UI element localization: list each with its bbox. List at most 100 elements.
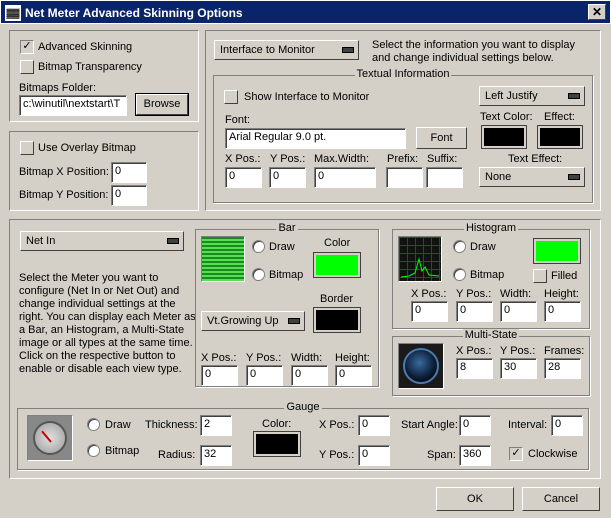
bitmap-x-label: Bitmap X Position: xyxy=(19,166,109,178)
bitmap-transparency-checkbox[interactable] xyxy=(20,60,34,74)
bar-ypos-label: Y Pos.: xyxy=(246,352,282,364)
bar-xpos-label: X Pos.: xyxy=(201,352,237,364)
multistate-preview-icon[interactable] xyxy=(398,343,444,389)
start-angle-input[interactable]: 0 xyxy=(459,415,491,436)
browse-button[interactable]: Browse xyxy=(135,93,189,116)
max-width-label: Max.Width: xyxy=(314,153,370,165)
window-title: Net Meter Advanced Skinning Options xyxy=(25,6,243,20)
close-button[interactable]: ✕ xyxy=(588,4,606,20)
bar-height-input[interactable]: 0 xyxy=(335,365,372,386)
text-color-label: Text Color: xyxy=(480,111,533,123)
bar-draw-radio[interactable] xyxy=(252,240,265,253)
text-xpos-input[interactable]: 0 xyxy=(225,167,262,188)
gauge-color-label: Color: xyxy=(262,418,292,430)
textual-information-title: Textual Information xyxy=(354,68,452,80)
gauge-xpos-label: X Pos.: xyxy=(319,419,355,431)
gauge-bitmap-label: Bitmap xyxy=(105,445,140,457)
title-bar: ▓▓ Net Meter Advanced Skinning Options ✕ xyxy=(0,0,611,24)
multistate-frames-input[interactable]: 28 xyxy=(544,358,581,379)
justify-dropdown-value: Left Justify xyxy=(485,90,538,102)
histogram-height-label: Height: xyxy=(544,288,579,300)
bar-xpos-input[interactable]: 0 xyxy=(201,365,238,386)
font-input[interactable]: Arial Regular 9.0 pt. xyxy=(225,128,406,149)
bitmap-y-input[interactable]: 0 xyxy=(111,185,147,206)
text-ypos-label: Y Pos.: xyxy=(270,153,306,165)
knob-icon xyxy=(403,348,439,384)
gauge-dial-icon xyxy=(33,421,67,455)
gauge-bitmap-radio[interactable] xyxy=(87,444,100,457)
max-width-input[interactable]: 0 xyxy=(314,167,376,188)
histogram-group: Histogram Draw Bitmap Filled X Pos.: Y P… xyxy=(392,222,590,329)
bitmaps-folder-input[interactable]: c:\winutil\nextstart\T xyxy=(19,95,127,116)
textual-information-group: Textual Information Show Interface to Mo… xyxy=(213,68,593,203)
gauge-draw-radio[interactable] xyxy=(87,418,100,431)
histogram-ypos-input[interactable]: 0 xyxy=(456,301,493,322)
multistate-xpos-input[interactable]: 8 xyxy=(456,358,493,379)
histogram-xpos-input[interactable]: 0 xyxy=(411,301,448,322)
interface-dropdown[interactable]: Interface to Monitor xyxy=(214,40,359,60)
bar-growth-dropdown[interactable]: Vt.Growing Up xyxy=(201,311,305,331)
interval-input[interactable]: 0 xyxy=(551,415,583,436)
bar-bitmap-radio[interactable] xyxy=(252,268,265,281)
text-xpos-label: X Pos.: xyxy=(225,153,261,165)
meter-dropdown-value: Net In xyxy=(26,235,56,247)
show-interface-checkbox[interactable] xyxy=(224,90,238,104)
justify-dropdown[interactable]: Left Justify xyxy=(479,86,585,106)
histogram-width-input[interactable]: 0 xyxy=(500,301,537,322)
histogram-xpos-label: X Pos.: xyxy=(411,288,447,300)
gauge-preview-icon[interactable] xyxy=(27,415,73,461)
bitmap-x-input[interactable]: 0 xyxy=(111,162,147,183)
bitmaps-folder-label: Bitmaps Folder: xyxy=(19,82,97,94)
text-ypos-input[interactable]: 0 xyxy=(269,167,306,188)
histogram-height-input[interactable]: 0 xyxy=(544,301,581,322)
font-button[interactable]: Font xyxy=(416,127,467,149)
histogram-bitmap-radio[interactable] xyxy=(453,268,466,281)
dropdown-arrow-icon xyxy=(167,238,179,244)
use-overlay-label: Use Overlay Bitmap xyxy=(38,142,136,154)
suffix-label: Suffix: xyxy=(427,153,458,165)
text-color-swatch[interactable] xyxy=(481,125,527,149)
multistate-ypos-input[interactable]: 30 xyxy=(500,358,537,379)
ok-button[interactable]: OK xyxy=(436,487,514,511)
dropdown-arrow-icon xyxy=(342,47,354,53)
thickness-input[interactable]: 2 xyxy=(200,415,232,436)
gauge-xpos-input[interactable]: 0 xyxy=(358,415,390,436)
meter-dropdown[interactable]: Net In xyxy=(20,231,184,251)
bar-color-swatch[interactable] xyxy=(313,252,361,278)
gauge-group: Gauge Draw Bitmap Thickness: 2 Radius: 3… xyxy=(17,401,589,470)
radius-input[interactable]: 32 xyxy=(200,445,232,466)
histogram-filled-label: Filled xyxy=(551,270,578,282)
bar-height-label: Height: xyxy=(335,352,370,364)
effect-color-swatch[interactable] xyxy=(537,125,583,149)
gauge-ypos-input[interactable]: 0 xyxy=(358,445,390,466)
multistate-ypos-label: Y Pos.: xyxy=(500,345,536,357)
span-input[interactable]: 360 xyxy=(459,445,491,466)
prefix-input[interactable] xyxy=(386,167,423,188)
advanced-skinning-checkbox[interactable]: ✓ xyxy=(20,40,34,54)
bar-border-swatch[interactable] xyxy=(313,307,361,333)
histogram-draw-radio[interactable] xyxy=(453,240,466,253)
meter-panel: Net In Select the Meter you want to conf… xyxy=(9,219,601,479)
histogram-graph-icon xyxy=(400,257,440,278)
histogram-title: Histogram xyxy=(463,222,519,234)
text-effect-dropdown[interactable]: None xyxy=(479,167,585,187)
suffix-input[interactable] xyxy=(426,167,463,188)
histogram-color-swatch[interactable] xyxy=(533,238,581,264)
gauge-color-swatch[interactable] xyxy=(253,431,301,457)
effect-label: Effect: xyxy=(544,111,575,123)
histogram-filled-checkbox[interactable] xyxy=(533,269,547,283)
clockwise-checkbox[interactable]: ✓ xyxy=(509,447,523,461)
check-icon: ✓ xyxy=(511,447,521,459)
information-description: Select the information you want to displ… xyxy=(372,39,576,64)
dropdown-arrow-icon xyxy=(288,318,300,324)
bar-group: Bar Draw Bitmap Color Border Vt.Growing … xyxy=(195,222,379,387)
cancel-button[interactable]: Cancel xyxy=(522,487,600,511)
multistate-xpos-label: X Pos.: xyxy=(456,345,492,357)
bar-width-input[interactable]: 0 xyxy=(291,365,328,386)
use-overlay-checkbox[interactable] xyxy=(20,141,34,155)
thickness-label: Thickness: xyxy=(145,419,198,431)
histogram-preview-icon[interactable] xyxy=(398,236,442,282)
gauge-ypos-label: Y Pos.: xyxy=(319,449,355,461)
bar-ypos-input[interactable]: 0 xyxy=(246,365,283,386)
bar-preview-icon[interactable] xyxy=(201,236,245,282)
